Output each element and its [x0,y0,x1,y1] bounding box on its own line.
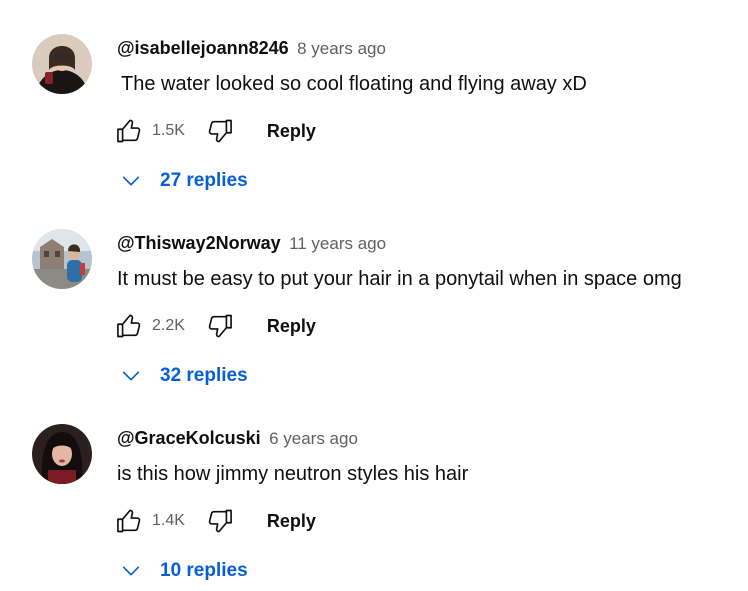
avatar-image [32,424,92,484]
avatar[interactable] [32,424,92,484]
thumb-down-icon [208,509,232,533]
thumb-down-icon [208,119,232,143]
thumb-up-icon [117,509,141,533]
comment-text: is this how jimmy neutron styles his hai… [117,463,469,485]
thumb-up-icon [117,119,141,143]
comment-timestamp[interactable]: 6 years ago [269,429,358,448]
avatar-image [32,229,92,289]
reply-button[interactable]: Reply [267,121,316,142]
comment-text: The water looked so cool floating and fl… [121,73,587,95]
view-replies-button[interactable]: 10 replies [120,556,248,586]
reply-button[interactable]: Reply [267,511,316,532]
chevron-down-icon [122,566,140,576]
like-button[interactable] [112,114,146,148]
dislike-button[interactable] [203,309,237,343]
comment-action-bar: 1.5K Reply [112,114,316,148]
like-count: 1.4K [152,512,185,529]
comment-header: @GraceKolcuski 6 years ago [117,428,358,449]
comment-thread: @Thisway2Norway 11 years ago It must be … [0,195,748,390]
comment-timestamp[interactable]: 8 years ago [297,39,386,58]
like-count: 2.2K [152,317,185,334]
thumb-down-icon [208,314,232,338]
avatar[interactable] [32,34,92,94]
comment-thread: @GraceKolcuski 6 years ago is this how j… [0,390,748,585]
chevron-down-icon [122,371,140,381]
view-replies-button[interactable]: 32 replies [120,361,248,391]
comment-timestamp[interactable]: 11 years ago [289,234,386,253]
comment-header: @isabellejoann8246 8 years ago [117,38,386,59]
comment-text: It must be easy to put your hair in a po… [117,268,682,290]
view-replies-button[interactable]: 27 replies [120,166,248,196]
comment-action-bar: 2.2K Reply [112,309,316,343]
replies-count-label: 27 replies [160,170,248,191]
chevron-down-icon [122,176,140,186]
like-count: 1.5K [152,122,185,139]
comment-action-bar: 1.4K Reply [112,504,316,538]
avatar-image [32,34,92,94]
thumb-up-icon [117,314,141,338]
comment-author[interactable]: @Thisway2Norway [117,233,281,253]
avatar[interactable] [32,229,92,289]
comment-thread: @isabellejoann8246 8 years ago The water… [0,0,748,195]
like-button[interactable] [112,504,146,538]
dislike-button[interactable] [203,114,237,148]
replies-count-label: 10 replies [160,560,248,581]
like-button[interactable] [112,309,146,343]
comment-author[interactable]: @GraceKolcuski [117,428,261,448]
dislike-button[interactable] [203,504,237,538]
reply-button[interactable]: Reply [267,316,316,337]
replies-count-label: 32 replies [160,365,248,386]
comment-author[interactable]: @isabellejoann8246 [117,38,289,58]
comment-header: @Thisway2Norway 11 years ago [117,233,386,254]
